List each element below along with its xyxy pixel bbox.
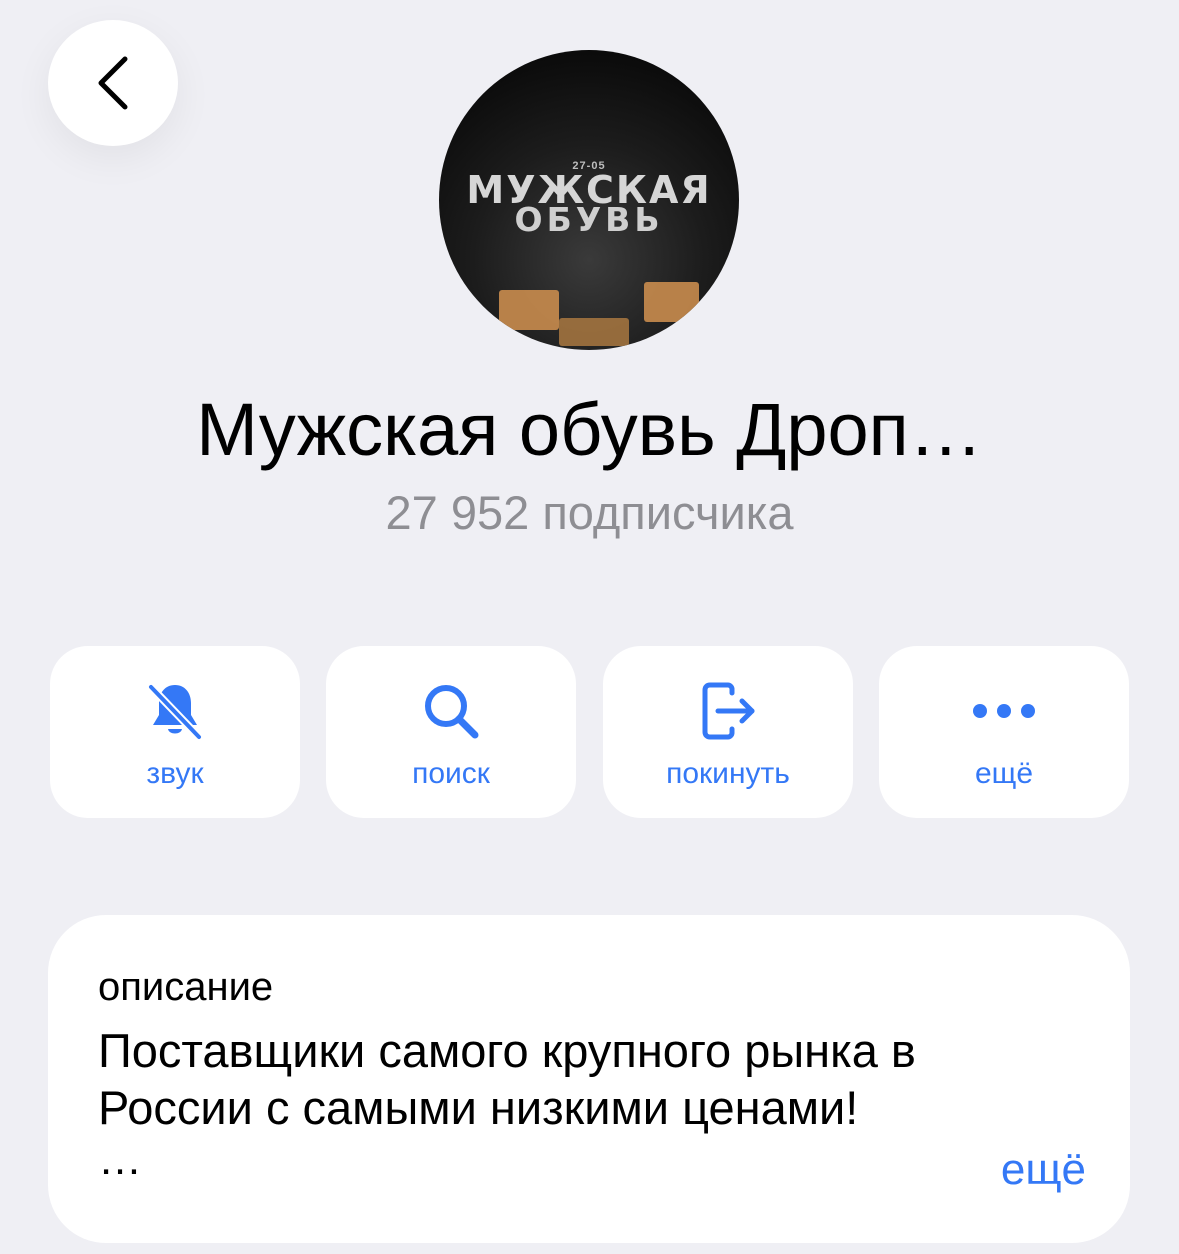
subscriber-count: 27 952 подписчика	[385, 486, 794, 539]
description-text: Поставщики самого крупного рынка в Росси…	[98, 1024, 916, 1134]
description-label: описание	[98, 965, 274, 1009]
avatar-image: 27-05 МУЖСКАЯ ОБУВЬ	[439, 50, 739, 350]
avatar-box-decoration	[644, 282, 699, 322]
mute-button[interactable]: звук	[50, 646, 300, 818]
more-dots-icon	[973, 704, 1035, 718]
leave-icon	[702, 682, 755, 740]
avatar-title-line2: ОБУВЬ	[514, 200, 664, 239]
channel-avatar[interactable]: 27-05 МУЖСКАЯ ОБУВЬ	[439, 50, 739, 350]
search-icon	[425, 685, 479, 739]
avatar-box-decoration	[559, 318, 629, 346]
channel-title: Мужская обувь Дроп…	[196, 388, 983, 471]
search-button[interactable]: поиск	[326, 646, 576, 818]
mute-button-label: звук	[146, 757, 204, 790]
back-button[interactable]	[48, 20, 178, 146]
avatar-box-decoration	[499, 290, 559, 330]
more-button-label: ещё	[974, 757, 1034, 790]
leave-button[interactable]: покинуть	[603, 646, 853, 818]
leave-button-label: покинуть	[666, 757, 790, 790]
bell-slash-icon	[147, 683, 203, 741]
chevron-left-icon	[98, 56, 128, 110]
description-card: описание Поставщики самого крупного рынк…	[48, 915, 1130, 1243]
search-button-label: поиск	[412, 757, 490, 790]
more-button[interactable]: ещё	[879, 646, 1129, 818]
description-ellipsis: …	[98, 1135, 142, 1184]
description-more-link[interactable]: ещё	[1001, 1145, 1086, 1195]
